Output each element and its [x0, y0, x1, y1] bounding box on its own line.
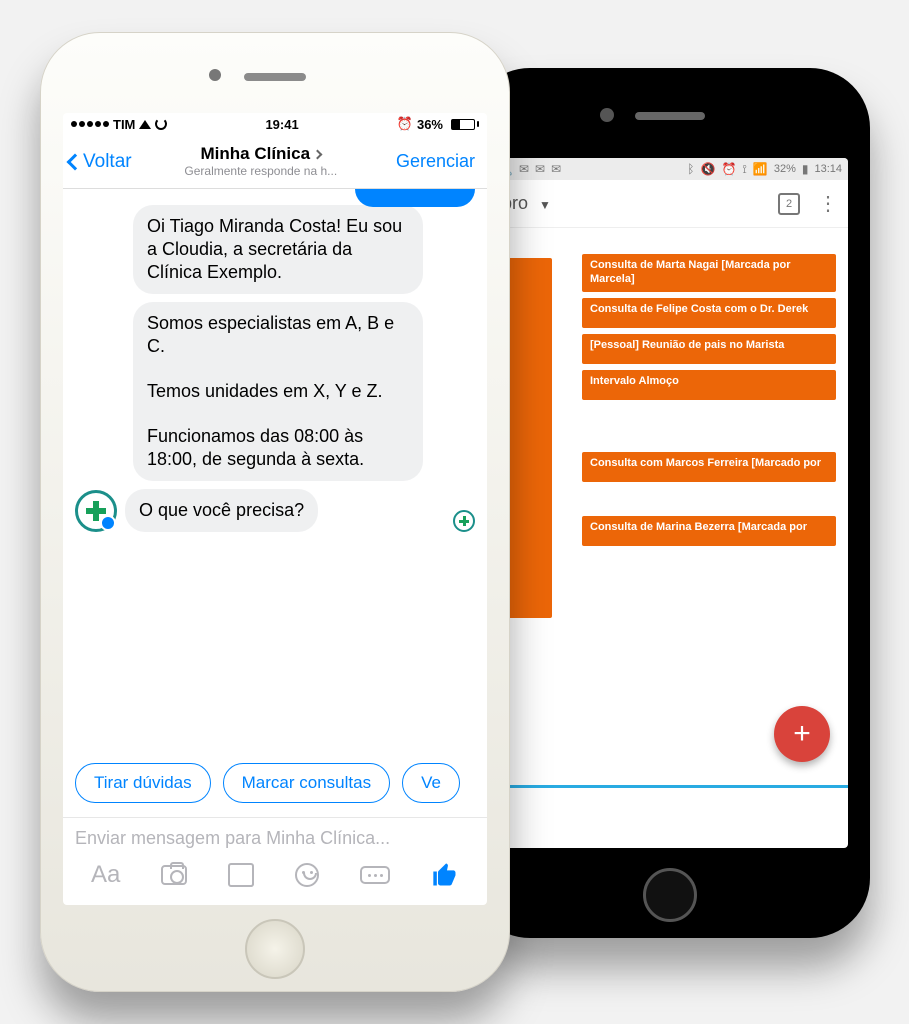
location-icon: ⟟ [742, 162, 746, 177]
mail-icon: ✉ [519, 162, 529, 176]
composer-toolbar: Aa [75, 849, 475, 901]
battery-percent: 32% [774, 163, 796, 175]
calendar-event[interactable]: Intervalo Almoço [582, 370, 836, 400]
wifi-icon [139, 117, 151, 132]
more-icon [360, 866, 390, 884]
alarm-icon: ⏰ [397, 116, 413, 132]
phone-back-android: 🔧 ✉ ✉ ✉ ᛒ 🔇 ⏰ ⟟ 📶 32% ▮ 13:14 bro ▼ 2 ⋮ [470, 68, 870, 938]
incoming-message[interactable]: Oi Tiago Miranda Costa! Eu sou a Cloudia… [133, 205, 423, 294]
alarm-icon: ⏰ [721, 162, 736, 176]
overflow-menu-icon[interactable]: ⋮ [818, 194, 838, 214]
gallery-icon [232, 867, 254, 887]
back-label: Voltar [83, 151, 132, 173]
quick-reply-button[interactable]: Ve [402, 763, 460, 803]
chat-title-area[interactable]: Minha Clínica Geralmente responde na h..… [138, 144, 384, 178]
mail-icon: ✉ [535, 162, 545, 176]
quick-reply-button[interactable]: Tirar dúvidas [75, 763, 211, 803]
chat-title: Minha Clínica [200, 144, 310, 164]
bluetooth-icon: ᛒ [687, 162, 694, 176]
clock-time: 19:41 [167, 117, 396, 132]
calendar-day-view[interactable]: Consulta de Marta Nagai [Marcada por Mar… [492, 228, 848, 788]
composer: Enviar mensagem para Minha Clínica... Aa [63, 817, 487, 905]
calendar-event[interactable]: Consulta de Felipe Costa com o Dr. Derek [582, 298, 836, 328]
today-button[interactable]: 2 [778, 193, 800, 215]
medical-cross-icon [93, 501, 99, 521]
carrier-label: TIM [113, 117, 135, 132]
android-status-bar: 🔧 ✉ ✉ ✉ ᛒ 🔇 ⏰ ⟟ 📶 32% ▮ 13:14 [492, 158, 848, 180]
manage-button[interactable]: Gerenciar [390, 151, 481, 172]
camera-icon [161, 865, 187, 885]
messenger-nav: Voltar Minha Clínica Geralmente responde… [63, 135, 487, 189]
loading-spinner-icon [155, 118, 167, 130]
message-paragraph: Temos unidades em X, Y e Z. [147, 380, 409, 403]
clock-time: 13:14 [814, 163, 842, 175]
incoming-message[interactable]: O que você precisa? [125, 489, 318, 532]
more-button[interactable] [360, 861, 390, 889]
mail-icon: ✉ [551, 162, 561, 176]
calendar-events-column: Consulta de Marta Nagai [Marcada por Mar… [582, 254, 836, 546]
front-camera [209, 69, 221, 81]
battery-percent: 36% [417, 117, 443, 132]
quick-replies-row[interactable]: Tirar dúvidas Marcar consultas Ve [63, 749, 487, 817]
seen-avatar-icon [453, 510, 475, 532]
quick-reply-button[interactable]: Marcar consultas [223, 763, 390, 803]
earpiece [635, 112, 705, 120]
phone-front-ios: TIM 19:41 ⏰ 36% Voltar Minha Clínica [40, 32, 510, 992]
gallery-button[interactable] [228, 861, 254, 889]
outgoing-bubble-peek [355, 189, 475, 207]
ios-status-bar: TIM 19:41 ⏰ 36% [63, 113, 487, 135]
smile-icon [295, 863, 319, 887]
message-paragraph: Funcionamos das 08:00 às 18:00, de segun… [147, 425, 409, 471]
chat-subtitle: Geralmente responde na h... [138, 165, 384, 179]
bot-avatar[interactable] [75, 490, 117, 532]
thumbs-up-icon [431, 861, 459, 889]
calendar-event[interactable]: [Pessoal] Reunião de pais no Marista [582, 334, 836, 364]
calendar-header: bro ▼ 2 ⋮ [492, 180, 848, 228]
fab-add-event[interactable]: + [774, 706, 830, 762]
aa-icon: Aa [91, 861, 120, 889]
chevron-right-icon [313, 149, 323, 159]
back-button[interactable]: Voltar [69, 151, 132, 173]
battery-icon: ▮ [802, 162, 809, 176]
mute-icon: 🔇 [701, 162, 716, 176]
camera-button[interactable] [161, 861, 187, 889]
today-day-number: 2 [786, 198, 792, 210]
calendar-gap [582, 488, 836, 510]
month-dropdown[interactable]: bro ▼ [502, 193, 778, 214]
signal-icon: 📶 [753, 162, 768, 176]
signal-dots-icon [71, 121, 109, 127]
message-input[interactable]: Enviar mensagem para Minha Clínica... [75, 828, 475, 849]
calendar-event[interactable]: Consulta de Marina Bezerra [Marcada por [582, 516, 836, 546]
home-button[interactable] [245, 919, 305, 979]
chevron-left-icon [67, 153, 84, 170]
ios-screen: TIM 19:41 ⏰ 36% Voltar Minha Clínica [63, 113, 487, 905]
message-paragraph: Somos especialistas em A, B e C. [147, 312, 409, 358]
incoming-message[interactable]: Somos especialistas em A, B e C. Temos u… [133, 302, 423, 481]
android-screen: 🔧 ✉ ✉ ✉ ᛒ 🔇 ⏰ ⟟ 📶 32% ▮ 13:14 bro ▼ 2 ⋮ [492, 158, 848, 848]
emoji-button[interactable] [295, 861, 319, 889]
chat-scroll-area[interactable]: Oi Tiago Miranda Costa! Eu sou a Cloudia… [63, 189, 487, 749]
calendar-gap [582, 406, 836, 446]
calendar-event[interactable]: Consulta com Marcos Ferreira [Marcado po… [582, 452, 836, 482]
message-input-placeholder: Enviar mensagem para Minha Clínica... [75, 828, 390, 848]
battery-icon [451, 119, 479, 130]
front-camera [600, 108, 614, 122]
earpiece [244, 73, 306, 81]
chevron-down-icon: ▼ [539, 198, 551, 212]
messenger-badge-icon [100, 515, 116, 531]
text-format-button[interactable]: Aa [91, 861, 120, 889]
plus-icon: + [793, 717, 811, 750]
home-button[interactable] [643, 868, 697, 922]
incoming-message-row: O que você precisa? [75, 489, 475, 532]
calendar-event[interactable]: Consulta de Marta Nagai [Marcada por Mar… [582, 254, 836, 292]
like-button[interactable] [431, 861, 459, 889]
calendar-bottom-accent [492, 782, 848, 788]
